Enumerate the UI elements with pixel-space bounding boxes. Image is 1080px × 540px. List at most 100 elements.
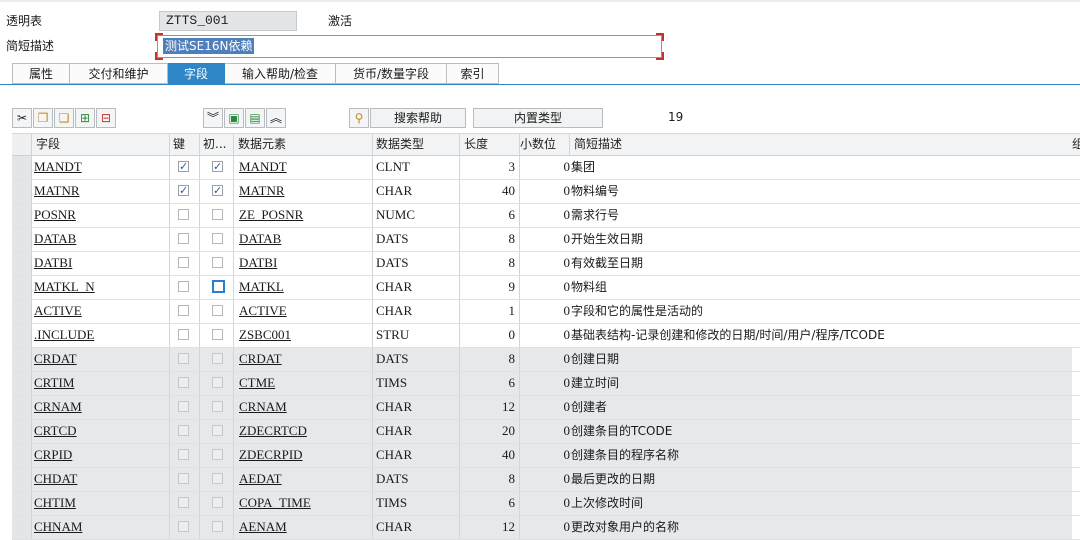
row-selector[interactable] — [12, 156, 32, 179]
data-element-cell[interactable]: CRNAM — [239, 396, 369, 419]
initial-values-checkbox[interactable] — [212, 233, 223, 244]
field-name-cell[interactable]: ACTIVE — [34, 300, 166, 323]
key-checkbox[interactable] — [178, 449, 189, 460]
row-selector[interactable] — [12, 252, 32, 275]
initial-values-checkbox[interactable] — [212, 280, 225, 293]
table-row[interactable]: MANDT ✓ ✓ MANDT CLNT 3 0 集团 — [12, 156, 1080, 180]
initial-values-checkbox[interactable] — [212, 473, 223, 484]
copy-icon[interactable]: ❐ — [33, 108, 53, 128]
key-checkbox[interactable] — [178, 209, 189, 220]
initial-values-checkbox[interactable] — [212, 449, 223, 460]
row-selector[interactable] — [12, 324, 32, 347]
select-all-cell[interactable] — [12, 134, 32, 155]
table-row[interactable]: DATBI DATBI DATS 8 0 有效截至日期 — [12, 252, 1080, 276]
paste-icon[interactable]: ❏ — [54, 108, 74, 128]
search-help-button[interactable]: 搜索帮助 — [370, 108, 466, 128]
tab-indexes[interactable]: 索引 — [447, 63, 499, 84]
table-row[interactable]: MATKL_N MATKL CHAR 9 0 物料组 — [12, 276, 1080, 300]
tab-attributes[interactable]: 属性 — [12, 63, 70, 84]
tab-input-help-check[interactable]: 输入帮助/检查 — [225, 63, 336, 84]
key-checkbox[interactable]: ✓ — [178, 185, 189, 196]
col-header-key[interactable]: 键 — [173, 134, 197, 155]
col-header-extra[interactable]: 组 — [1072, 134, 1080, 155]
col-header-data-element[interactable]: 数据元素 — [238, 134, 368, 155]
field-name-cell[interactable]: DATAB — [34, 228, 166, 251]
key-checkbox[interactable]: ✓ — [178, 161, 189, 172]
data-element-cell[interactable]: ZSBC001 — [239, 324, 369, 347]
key-checkbox[interactable] — [178, 305, 189, 316]
table-row[interactable]: .INCLUDE ZSBC001 STRU 0 0 基础表结构-记录创建和修改的日期/时间… — [12, 324, 1080, 348]
field-name-cell[interactable]: MANDT — [34, 156, 166, 179]
initial-values-checkbox[interactable]: ✓ — [212, 161, 223, 172]
field-name-cell[interactable]: CRTCD — [34, 420, 166, 443]
key-checkbox[interactable] — [178, 329, 189, 340]
col-header-short-description[interactable]: 简短描述 — [574, 134, 1054, 155]
table-row[interactable]: CHDAT AEDAT DATS 8 0 最后更改的日期 — [12, 468, 1080, 492]
data-element-cell[interactable]: CRDAT — [239, 348, 369, 371]
row-selector[interactable] — [12, 420, 32, 443]
initial-values-checkbox[interactable] — [212, 209, 223, 220]
data-element-cell[interactable]: MATKL — [239, 276, 369, 299]
initial-values-checkbox[interactable] — [212, 257, 223, 268]
detail-icon[interactable]: ▤ — [245, 108, 265, 128]
field-name-cell[interactable]: CRNAM — [34, 396, 166, 419]
delete-row-icon[interactable]: ⊟ — [96, 108, 116, 128]
col-header-data-type[interactable]: 数据类型 — [376, 134, 456, 155]
tab-currency-quantity-fields[interactable]: 货币/数量字段 — [336, 63, 447, 84]
col-header-field[interactable]: 字段 — [36, 134, 166, 155]
col-header-length[interactable]: 长度 — [464, 134, 518, 155]
search-help-icon[interactable]: ⚲ — [349, 108, 369, 128]
col-header-decimals[interactable]: 小数位 — [520, 134, 570, 155]
table-row[interactable]: CRPID ZDECRPID CHAR 40 0 创建条目的程序名称 — [12, 444, 1080, 468]
field-name-cell[interactable]: DATBI — [34, 252, 166, 275]
field-name-cell[interactable]: POSNR — [34, 204, 166, 227]
initial-values-checkbox[interactable] — [212, 353, 223, 364]
row-selector[interactable] — [12, 180, 32, 203]
field-name-cell[interactable]: CHDAT — [34, 468, 166, 491]
expand-all-icon[interactable]: ︾ — [203, 108, 223, 128]
row-selector[interactable] — [12, 348, 32, 371]
data-element-cell[interactable]: ZDECRTCD — [239, 420, 369, 443]
data-element-cell[interactable]: ZDECRPID — [239, 444, 369, 467]
initial-values-checkbox[interactable] — [212, 497, 223, 508]
table-row[interactable]: MATNR ✓ ✓ MATNR CHAR 40 0 物料编号 — [12, 180, 1080, 204]
field-name-cell[interactable]: CHTIM — [34, 492, 166, 515]
row-selector[interactable] — [12, 276, 32, 299]
data-element-cell[interactable]: MATNR — [239, 180, 369, 203]
data-element-cell[interactable]: AENAM — [239, 516, 369, 539]
tab-fields[interactable]: 字段 — [168, 63, 225, 84]
key-checkbox[interactable] — [178, 377, 189, 388]
key-checkbox[interactable] — [178, 401, 189, 412]
data-element-cell[interactable]: DATBI — [239, 252, 369, 275]
field-name-cell[interactable]: MATKL_N — [34, 276, 166, 299]
row-selector[interactable] — [12, 444, 32, 467]
row-selector[interactable] — [12, 372, 32, 395]
table-row[interactable]: CHTIM COPA_TIME TIMS 6 0 上次修改时间 — [12, 492, 1080, 516]
collapse-all-icon[interactable]: ︽ — [266, 108, 286, 128]
key-checkbox[interactable] — [178, 353, 189, 364]
data-element-cell[interactable]: DATAB — [239, 228, 369, 251]
key-checkbox[interactable] — [178, 425, 189, 436]
table-row[interactable]: DATAB DATAB DATS 8 0 开始生效日期 — [12, 228, 1080, 252]
row-selector[interactable] — [12, 300, 32, 323]
key-checkbox[interactable] — [178, 233, 189, 244]
short-description-input[interactable]: 测试SE16N依赖 — [155, 33, 664, 60]
row-selector[interactable] — [12, 204, 32, 227]
field-name-cell[interactable]: CRTIM — [34, 372, 166, 395]
col-header-initial[interactable]: 初... — [203, 134, 233, 155]
cut-icon[interactable]: ✂ — [12, 108, 32, 128]
data-element-cell[interactable]: ZE_POSNR — [239, 204, 369, 227]
table-row[interactable]: POSNR ZE_POSNR NUMC 6 0 需求行号 — [12, 204, 1080, 228]
table-row[interactable]: CRNAM CRNAM CHAR 12 0 创建者 — [12, 396, 1080, 420]
row-selector[interactable] — [12, 468, 32, 491]
key-checkbox[interactable] — [178, 257, 189, 268]
initial-values-checkbox[interactable] — [212, 377, 223, 388]
row-selector[interactable] — [12, 228, 32, 251]
key-checkbox[interactable] — [178, 281, 189, 292]
initial-values-checkbox[interactable] — [212, 425, 223, 436]
data-element-cell[interactable]: CTME — [239, 372, 369, 395]
data-element-cell[interactable]: AEDAT — [239, 468, 369, 491]
new-rows-icon[interactable]: ▣ — [224, 108, 244, 128]
field-name-cell[interactable]: MATNR — [34, 180, 166, 203]
data-element-cell[interactable]: MANDT — [239, 156, 369, 179]
